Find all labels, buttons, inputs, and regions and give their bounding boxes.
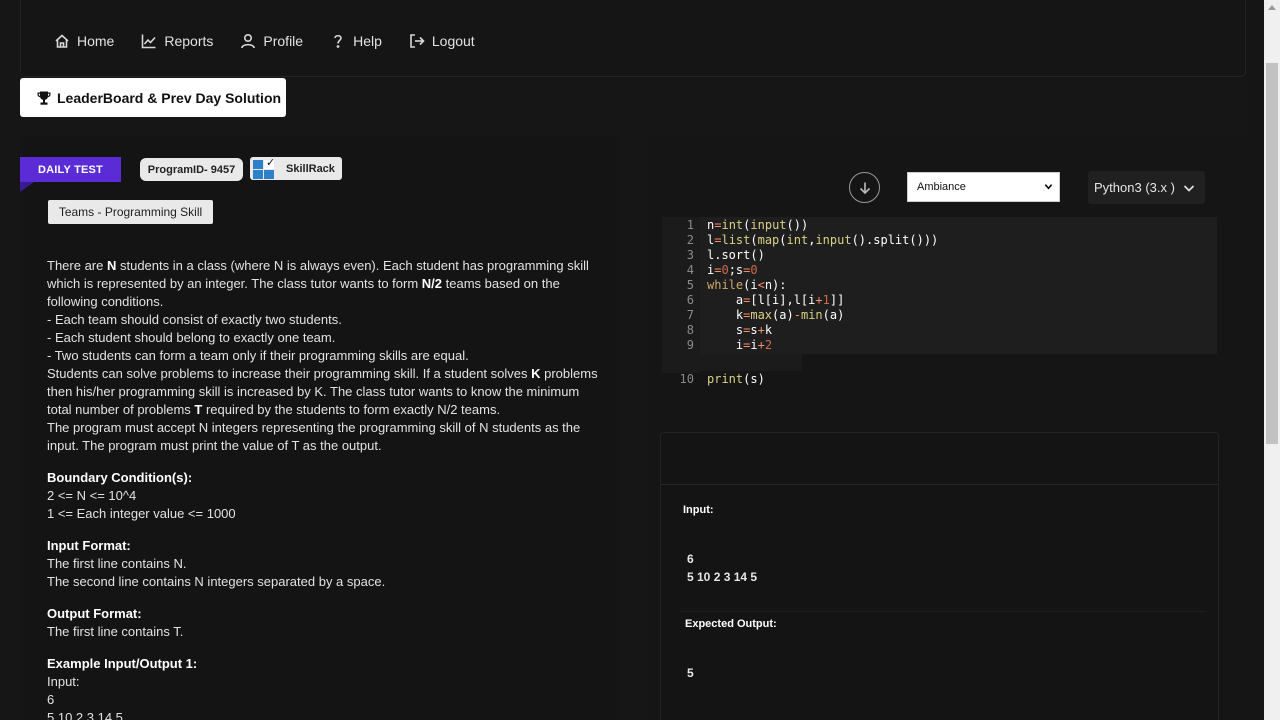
chart-icon [142,34,156,49]
program-id-badge: ProgramID- 9457 [140,158,243,181]
main-nav: Home Reports Profile Help Logout [54,30,502,52]
page-edge [1247,0,1264,720]
nav-home-label: Home [77,33,115,49]
arrow-down-icon [859,182,870,194]
input-line-2: 5 10 2 3 14 5 [687,570,758,584]
condition-1: - Each team should consist of exactly tw… [47,312,342,327]
example-line-1: 6 [47,692,55,707]
nav-profile[interactable]: Profile [240,30,303,52]
question-icon [334,34,342,48]
logout-icon [410,34,425,48]
leaderboard-button[interactable]: LeaderBoard & Prev Day Solution [20,78,286,117]
input-format-1: The first line contains N. [47,556,187,571]
output-format-1: The first line contains T. [47,624,184,639]
nav-reports[interactable]: Reports [141,30,213,52]
chevron-down-icon [1044,184,1053,190]
divider [661,484,1218,485]
expected-output-value: 5 [687,666,694,680]
theme-select[interactable]: Ambiance [907,172,1060,202]
input-line-1: 6 [687,552,694,566]
input-format-2: The second line contains N integers sepa… [47,574,386,589]
boundary-1: 2 <= N <= 10^4 [47,488,137,503]
condition-3: - Two students can form a team only if t… [47,348,469,363]
download-button[interactable] [849,172,880,203]
daily-test-tag: DAILY TEST [20,157,121,192]
expected-output-label: Expected Output: [685,618,777,630]
nav-logout[interactable]: Logout [409,30,475,52]
user-icon [241,33,256,49]
scrollbar-thumb[interactable] [1266,63,1278,444]
problem-paragraph-3: The program must accept N integers repre… [47,420,581,453]
nav-help[interactable]: Help [330,30,382,52]
code-line: 10 print(s) [662,354,802,386]
leaderboard-button-label: LeaderBoard & Prev Day Solution [57,89,282,106]
nav-help-label: Help [353,33,382,49]
output-format-title: Output Format: [47,606,142,621]
home-icon [55,34,69,48]
skillrack-badge: ✓ SkillRack [250,157,342,180]
input-format-title: Input Format: [47,538,131,553]
boundary-title: Boundary Condition(s): [47,470,193,485]
language-select-value: Python3 (3.x ) [1094,180,1175,195]
category-badge: Teams - Programming Skill [48,200,213,224]
nav-reports-label: Reports [164,33,214,49]
boundary-2: 1 <= Each integer value <= 1000 [47,506,236,521]
chevron-down-icon [1183,184,1195,192]
problem-paragraph-1: There are N students in a class (where N… [47,258,589,309]
nav-home[interactable]: Home [54,30,114,52]
example-title: Example Input/Output 1: [47,656,198,671]
divider [680,611,1205,612]
scroll-up-icon[interactable] [1268,5,1276,10]
theme-select-value: Ambiance [917,181,966,193]
problem-paragraph-2: Students can solve problems to increase … [47,366,598,417]
code-editor[interactable]: 1 n=int(input()) 2 l=list(map(int,input().… [662,217,1217,373]
skillrack-logo-icon: ✓ [252,157,276,180]
example-line-2: 5 10 2 3 14 5 [47,710,123,720]
problem-statement: There are N students in a class (where N… [47,257,607,720]
nav-logout-label: Logout [431,33,475,49]
input-label: Input: [683,504,714,516]
skillrack-label: SkillRack [286,162,335,175]
language-select[interactable]: Python3 (3.x ) [1088,171,1205,204]
nav-profile-label: Profile [263,33,304,49]
example-input-label: Input: [47,674,80,689]
condition-2: - Each student should belong to exactly … [47,330,336,345]
trophy-icon [37,91,51,105]
